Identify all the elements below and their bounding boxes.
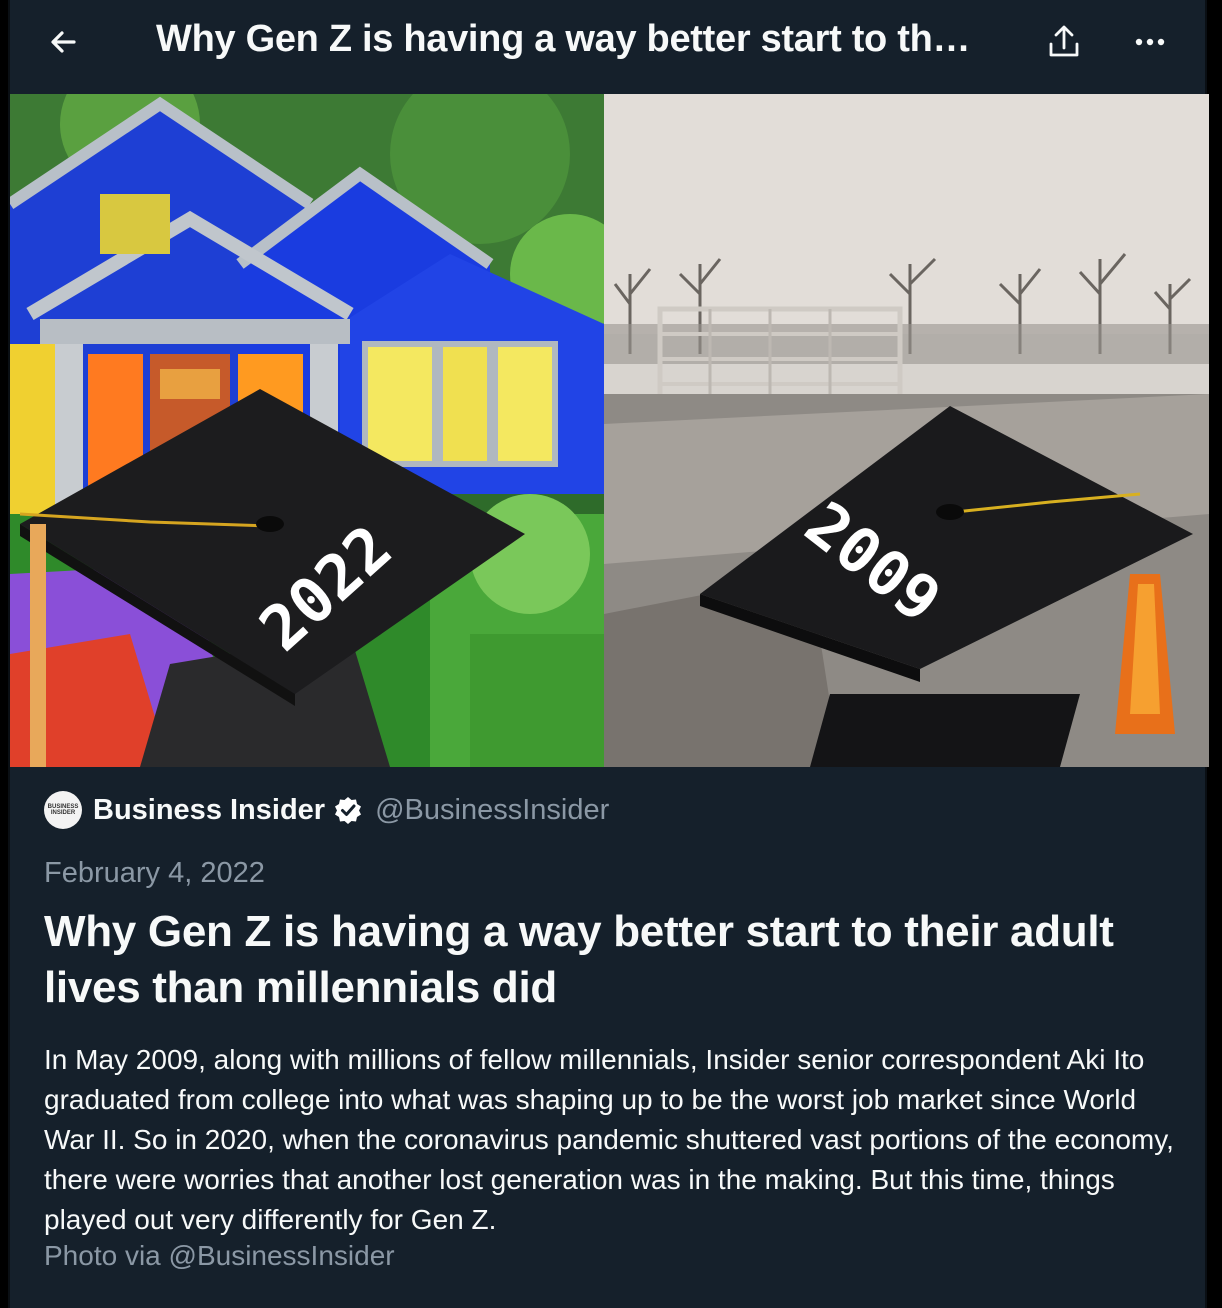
publisher-logo-text: BUSINESS INSIDER — [47, 804, 79, 816]
article-summary: In May 2009, along with millions of fell… — [44, 1044, 1174, 1235]
photo-credit: Photo via @BusinessInsider — [44, 1240, 395, 1271]
article-date: February 4, 2022 — [44, 857, 265, 889]
empty-lot-photo: 2009 — [604, 94, 1209, 767]
page-title: Why Gen Z is having a way better start t… — [156, 18, 971, 60]
share-button[interactable] — [1042, 20, 1086, 64]
article-card: Why Gen Z is having a way better start t… — [8, 0, 1209, 1308]
house-photo: 2022 — [10, 94, 630, 767]
more-horizontal-icon — [1135, 38, 1165, 46]
article-image[interactable]: 2022 2009 — [10, 94, 1209, 767]
article-headline[interactable]: Why Gen Z is having a way better start t… — [44, 904, 1164, 1016]
publisher-logo: BUSINESS INSIDER — [44, 791, 82, 829]
more-button[interactable] — [1128, 20, 1172, 64]
arrow-left-icon — [51, 31, 76, 53]
verified-badge-icon — [335, 797, 362, 824]
publisher-row[interactable]: BUSINESS INSIDER Business Insider @Busin… — [44, 790, 609, 830]
publisher-handle[interactable]: @BusinessInsider — [375, 794, 609, 827]
share-icon — [1049, 25, 1079, 57]
top-bar: Why Gen Z is having a way better start t… — [10, 0, 1205, 94]
back-button[interactable] — [44, 22, 84, 62]
publisher-name[interactable]: Business Insider — [93, 794, 325, 827]
